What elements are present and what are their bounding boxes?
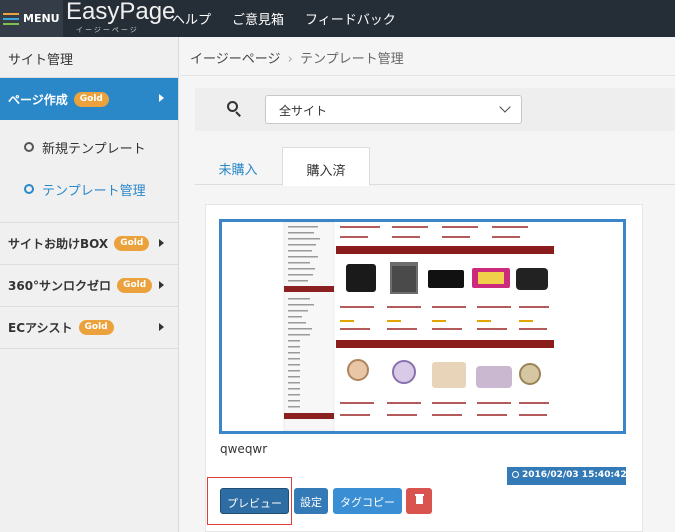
tab-purchased[interactable]: 購入済 — [282, 147, 370, 186]
timestamp-text: 2016/02/03 15:40:42 — [522, 470, 627, 480]
menu-button[interactable]: MENU — [0, 0, 63, 37]
gold-badge: Gold — [117, 278, 153, 293]
site-select-value: 全サイト — [279, 104, 328, 118]
logo[interactable]: EasyPage イージーページ — [66, 0, 175, 36]
caret-right-icon — [159, 239, 164, 247]
logo-text: EasyPage — [66, 0, 176, 25]
subnav-template-manage[interactable]: テンプレート管理 — [0, 168, 178, 210]
circle-icon — [24, 142, 34, 152]
nav-feedback-box-link[interactable]: ご意見箱 — [232, 9, 284, 28]
nav-help-link[interactable]: ヘルプ — [172, 9, 211, 28]
tab-bar: 未購入 購入済 — [195, 147, 675, 186]
template-name: qweqwr — [220, 442, 268, 456]
breadcrumb: イージーページ › テンプレート管理 — [180, 37, 675, 76]
logo-subtext: イージーページ — [76, 26, 139, 34]
sidebar-item-label: 360°サンロクゼロ — [8, 279, 112, 293]
subnav-label: テンプレート管理 — [42, 183, 146, 199]
delete-button[interactable] — [406, 488, 432, 514]
timestamp-badge: 2016/02/03 15:40:42 — [507, 467, 627, 485]
gold-badge: Gold — [78, 320, 114, 335]
sidebar-item-label: ECアシスト — [8, 321, 73, 335]
caret-right-icon — [159, 323, 164, 331]
settings-button[interactable]: 設定 — [294, 488, 328, 514]
breadcrumb-current: テンプレート管理 — [299, 52, 404, 67]
sidebar-item-label: ページ作成 — [8, 92, 68, 107]
sidebar-heading[interactable]: サイト管理 — [0, 37, 178, 78]
subnav-label: 新規テンプレート — [42, 141, 146, 157]
tab-unpurchased[interactable]: 未購入 — [195, 147, 281, 185]
sidebar-item-label: サイトお助けBOX — [8, 237, 109, 251]
sidebar-item-help-box[interactable]: サイトお助けBOX Gold — [0, 223, 178, 265]
sidebar: サイト管理 ページ作成 Gold 新規テンプレート テンプレート管理 サイトお助… — [0, 37, 179, 532]
breadcrumb-separator: › — [287, 52, 293, 67]
site-select[interactable]: 全サイト — [265, 95, 522, 124]
gold-badge: Gold — [73, 91, 109, 107]
sidebar-item-ec-assist[interactable]: ECアシスト Gold — [0, 307, 178, 349]
template-thumbnail[interactable] — [219, 219, 626, 434]
top-bar: MENU EasyPage イージーページ ヘルプ ご意見箱 フィードバック — [0, 0, 675, 37]
clock-icon — [512, 471, 519, 478]
preview-highlight-box — [207, 477, 292, 525]
sidebar-item-360[interactable]: 360°サンロクゼロ Gold — [0, 265, 178, 307]
caret-right-icon — [159, 94, 164, 102]
menu-label: MENU — [23, 12, 60, 25]
search-icon — [227, 101, 241, 117]
top-nav: ヘルプ ご意見箱 フィードバック — [172, 0, 417, 37]
sidebar-subnav: 新規テンプレート テンプレート管理 — [0, 120, 178, 223]
caret-right-icon — [159, 281, 164, 289]
hamburger-icon — [3, 12, 19, 25]
sidebar-item-page-create[interactable]: ページ作成 Gold — [0, 78, 178, 120]
nav-feedback-link[interactable]: フィードバック — [305, 9, 396, 28]
gold-badge: Gold — [114, 236, 150, 251]
trash-icon — [414, 494, 424, 504]
breadcrumb-home[interactable]: イージーページ — [190, 52, 280, 67]
circle-icon — [24, 184, 34, 194]
chevron-down-icon — [499, 101, 511, 113]
subnav-new-template[interactable]: 新規テンプレート — [0, 126, 178, 168]
tag-copy-button[interactable]: タグコピー — [333, 488, 402, 514]
